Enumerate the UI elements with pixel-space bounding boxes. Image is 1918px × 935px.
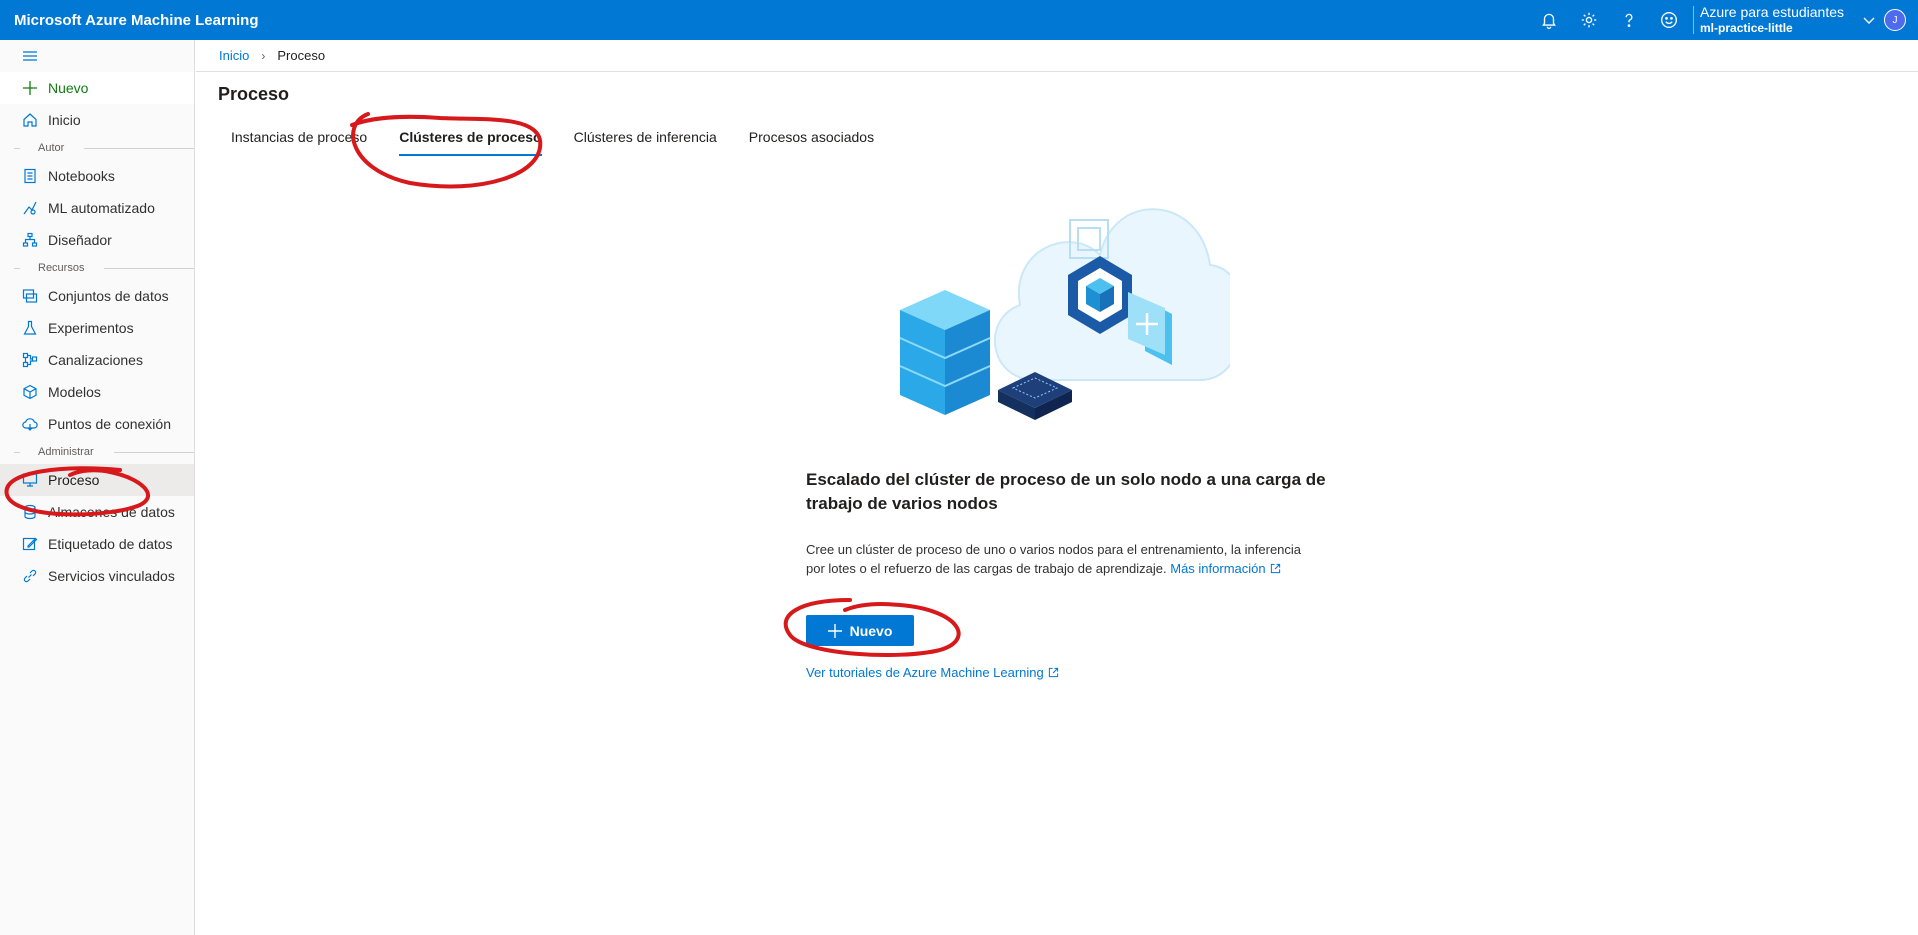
section-author: Autor (0, 136, 194, 160)
sidebar-new-button[interactable]: Nuevo (0, 72, 194, 104)
sidebar-item-datasets[interactable]: Conjuntos de datos (0, 280, 194, 312)
sidebar-item-datastores[interactable]: Almacenes de datos (0, 496, 194, 528)
sidebar-item-linked-services[interactable]: Servicios vinculados (0, 560, 194, 592)
feedback-smiley-icon[interactable] (1649, 0, 1689, 40)
sidebar-item-endpoints[interactable]: Puntos de conexión (0, 408, 194, 440)
sidebar-item-label: ML automatizado (48, 200, 155, 216)
avatar[interactable]: J (1884, 9, 1906, 31)
sidebar-item-label: Diseñador (48, 232, 112, 248)
sidebar-item-label: Etiquetado de datos (48, 536, 173, 552)
breadcrumb-home-link[interactable]: Inicio (219, 48, 249, 63)
chevron-right-icon: › (261, 48, 266, 63)
notebook-icon (24, 168, 36, 184)
more-info-link[interactable]: Más información (1170, 561, 1280, 576)
sidebar-item-automl[interactable]: ML automatizado (0, 192, 194, 224)
sidebar-item-label: Inicio (48, 112, 81, 128)
settings-gear-icon[interactable] (1569, 0, 1609, 40)
sidebar-item-label: Conjuntos de datos (48, 288, 169, 304)
sidebar-item-labeling[interactable]: Etiquetado de datos (0, 528, 194, 560)
flask-icon (23, 320, 37, 335)
sidebar-item-home[interactable]: Inicio (0, 104, 194, 136)
sidebar-item-pipelines[interactable]: Canalizaciones (0, 344, 194, 376)
notifications-icon[interactable] (1529, 0, 1569, 40)
plus-icon (23, 81, 37, 95)
breadcrumb-current: Proceso (277, 48, 326, 63)
page-title: Proceso (218, 84, 290, 104)
compute-cluster-illustration (899, 208, 1230, 420)
workspace-name: ml-practice-little (1700, 21, 1793, 35)
sidebar-item-label: Proceso (48, 472, 100, 488)
tab-attached-compute[interactable]: Procesos asociados (736, 118, 887, 156)
section-resources: Recursos (0, 256, 194, 280)
datasets-icon (22, 289, 38, 303)
pipeline-icon (22, 352, 38, 368)
sidebar-item-label: Servicios vinculados (48, 568, 175, 584)
section-manage: Administrar (0, 440, 194, 464)
sidebar-item-label: Notebooks (48, 168, 115, 184)
new-cluster-button[interactable]: Nuevo (806, 615, 914, 646)
account-switcher[interactable]: Azure para estudiantes ml-practice-littl… (1700, 4, 1844, 36)
sidebar-item-label: Nuevo (48, 80, 89, 96)
plus-icon (827, 623, 842, 638)
chevron-down-icon[interactable] (1854, 12, 1884, 28)
cube-icon (23, 384, 37, 400)
home-icon (23, 113, 37, 127)
sidebar-item-notebooks[interactable]: Notebooks (0, 160, 194, 192)
endpoint-cloud-icon (22, 418, 38, 431)
external-link-icon (1266, 561, 1281, 576)
database-icon (24, 504, 36, 520)
tab-inference-clusters[interactable]: Clústeres de inferencia (561, 118, 730, 156)
external-link-icon (1044, 665, 1059, 680)
tab-compute-clusters[interactable]: Clústeres de proceso (386, 118, 554, 156)
designer-icon (22, 232, 38, 247)
sidebar-item-label: Canalizaciones (48, 352, 143, 368)
top-bar-divider (1693, 6, 1695, 34)
account-name: Azure para estudiantes (1700, 4, 1844, 20)
sidebar-item-label: Experimentos (48, 320, 134, 336)
top-bar-actions: Azure para estudiantes ml-practice-littl… (1529, 0, 1918, 40)
breadcrumb: Inicio › Proceso (196, 40, 1918, 72)
labeling-icon (22, 537, 38, 551)
tab-compute-instances[interactable]: Instancias de proceso (218, 118, 380, 156)
sidebar-item-label: Almacenes de datos (48, 504, 175, 520)
empty-state-description: Cree un clúster de proceso de uno o vari… (806, 540, 1306, 578)
empty-state-title: Escalado del clúster de proceso de un so… (806, 470, 1326, 513)
link-icon (23, 569, 37, 583)
help-icon[interactable] (1609, 0, 1649, 40)
automl-icon (23, 201, 37, 215)
sidebar-item-compute[interactable]: Proceso (0, 464, 194, 496)
app-title[interactable]: Microsoft Azure Machine Learning (14, 12, 258, 29)
compute-tabs: Instancias de proceso Clústeres de proce… (218, 118, 893, 158)
sidebar-item-label: Modelos (48, 384, 101, 400)
sidebar-item-models[interactable]: Modelos (0, 376, 194, 408)
sidebar-item-label: Puntos de conexión (48, 416, 171, 432)
left-nav: Nuevo Inicio Autor Notebooks ML automati… (0, 40, 195, 935)
sidebar-item-designer[interactable]: Diseñador (0, 224, 194, 256)
tutorials-link[interactable]: Ver tutoriales de Azure Machine Learning (806, 665, 1059, 680)
top-bar: Microsoft Azure Machine Learning Azure p… (0, 0, 1918, 40)
hamburger-menu-icon[interactable] (0, 40, 194, 72)
compute-monitor-icon (22, 473, 38, 487)
sidebar-item-experiments[interactable]: Experimentos (0, 312, 194, 344)
